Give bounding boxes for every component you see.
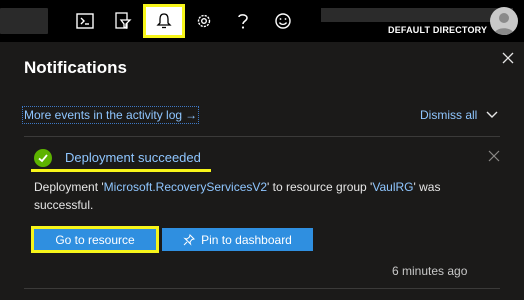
- directory-filter-icon: [115, 12, 132, 30]
- title-highlight-underline: [31, 169, 211, 172]
- go-to-resource-button[interactable]: Go to resource: [31, 226, 159, 253]
- help-button[interactable]: [224, 4, 262, 38]
- close-icon[interactable]: [500, 50, 516, 66]
- directory-label[interactable]: DEFAULT DIRECTORY: [388, 25, 487, 35]
- avatar[interactable]: [490, 7, 518, 35]
- notification-timestamp: 6 minutes ago: [392, 264, 468, 278]
- bell-icon: [156, 13, 172, 29]
- success-check-icon: [34, 149, 52, 167]
- dismiss-all-link[interactable]: Dismiss all: [420, 108, 477, 122]
- help-icon: [238, 14, 248, 29]
- divider: [24, 136, 500, 137]
- activity-log-link[interactable]: More events in the activity log →: [21, 106, 200, 124]
- notification-title[interactable]: Deployment succeeded: [65, 150, 201, 165]
- cloud-shell-icon: [76, 13, 94, 29]
- cloud-shell-button[interactable]: [66, 4, 104, 38]
- resource-group-link[interactable]: VaulRG: [372, 180, 413, 194]
- feedback-smiley-icon: [275, 13, 291, 29]
- gear-icon: [197, 14, 211, 28]
- panel-title: Notifications: [24, 58, 127, 77]
- body-text-prefix: Deployment ': [34, 180, 104, 194]
- account-name-blurred[interactable]: [321, 8, 513, 22]
- dismiss-notification-icon[interactable]: [488, 150, 500, 162]
- notification-body: Deployment 'Microsoft.RecoveryServicesV2…: [34, 178, 484, 214]
- pin-icon: [183, 233, 196, 246]
- directory-filter-button[interactable]: [104, 4, 142, 38]
- settings-button[interactable]: [185, 4, 223, 38]
- notifications-button[interactable]: [143, 4, 185, 38]
- user-avatar-icon: [494, 13, 514, 35]
- feedback-button[interactable]: [264, 4, 302, 38]
- chevron-down-icon[interactable]: [485, 109, 499, 121]
- activity-log-link-text: More events in the activity log: [24, 108, 183, 122]
- notifications-panel: Notifications More events in the activit…: [0, 42, 524, 300]
- body-text-middle: ' to resource group ': [267, 180, 373, 194]
- arrow-right-icon: →: [185, 108, 198, 122]
- portal-logo-blurred: [0, 8, 48, 34]
- pin-to-dashboard-button[interactable]: Pin to dashboard: [162, 228, 313, 251]
- resource-link[interactable]: Microsoft.RecoveryServicesV2: [104, 180, 267, 194]
- top-bar: DEFAULT DIRECTORY: [0, 0, 524, 42]
- divider: [24, 288, 500, 289]
- pin-to-dashboard-label: Pin to dashboard: [201, 232, 292, 247]
